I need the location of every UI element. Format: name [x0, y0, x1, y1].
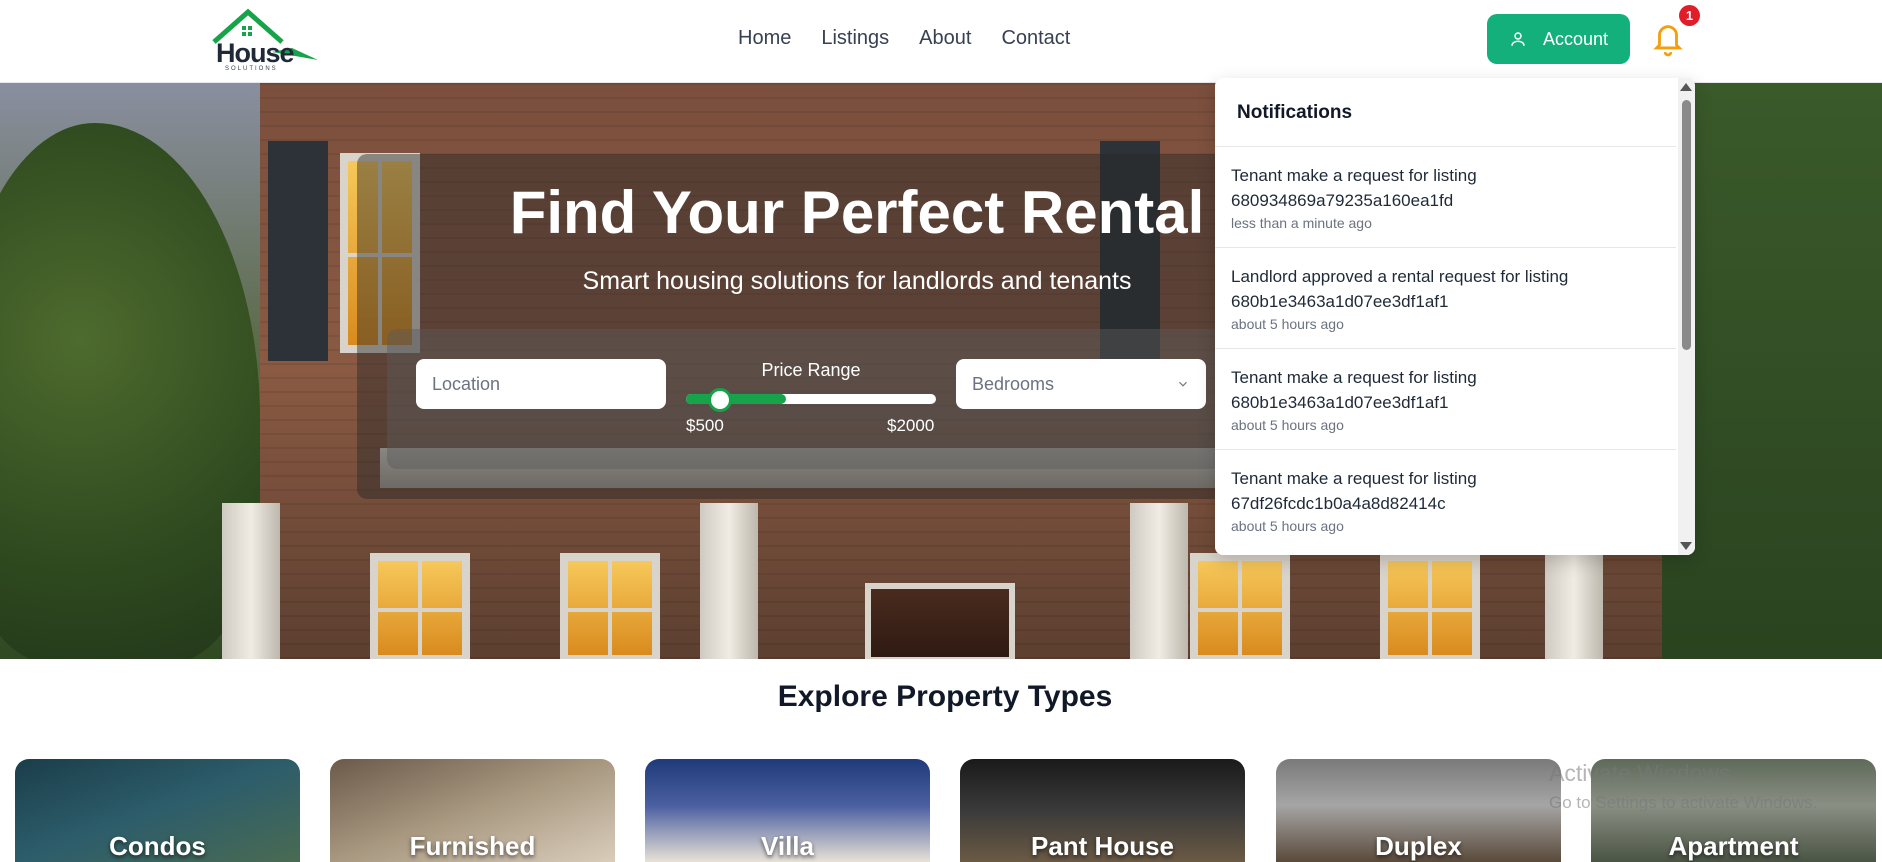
nav-contact[interactable]: Contact — [1001, 27, 1070, 50]
property-card-condos[interactable]: Condos — [15, 759, 300, 862]
notification-item[interactable]: Tenant make a request for listing 67df26… — [1215, 449, 1676, 550]
property-card-furnished[interactable]: Furnished — [330, 759, 615, 862]
price-range-label: Price Range — [761, 360, 861, 380]
hero-bg-door — [865, 583, 1015, 659]
notification-item[interactable]: Landlord approved a rental request for l… — [1215, 247, 1676, 348]
property-card-label: Apartment — [1668, 831, 1799, 861]
notification-count-badge: 1 — [1679, 5, 1700, 26]
scroll-down-arrow-icon[interactable] — [1680, 542, 1692, 550]
scrollbar-thumb[interactable] — [1682, 100, 1691, 350]
hero-bg-right — [1662, 83, 1882, 659]
notification-listing-id: 680934869a79235a160ea1fd — [1231, 191, 1454, 210]
property-card-label: Duplex — [1375, 831, 1462, 861]
bedrooms-select[interactable]: Bedrooms — [956, 359, 1206, 409]
property-card-duplex[interactable]: Duplex — [1276, 759, 1561, 862]
property-card-pant-house[interactable]: Pant House — [960, 759, 1245, 862]
notification-message: Tenant make a request for listing — [1231, 368, 1477, 387]
chevron-down-icon — [1179, 381, 1187, 387]
nav-home[interactable]: Home — [738, 27, 791, 50]
windows-activation-watermark: Activate Windows — [1549, 760, 1731, 786]
notification-listing-id: 67df26fcdc1b0a4a8d82414c — [1231, 494, 1446, 513]
property-card-label: Villa — [760, 831, 814, 861]
hero-bg-shutter — [268, 141, 328, 361]
price-range-thumb[interactable] — [708, 388, 732, 412]
hero-bg-window — [1380, 553, 1480, 659]
property-card-villa[interactable]: Villa — [645, 759, 930, 862]
notification-time: about 5 hours ago — [1231, 316, 1344, 332]
hero-bg-window — [1190, 553, 1290, 659]
top-header: House SOLUTIONS Home Listings About Cont… — [0, 0, 1882, 83]
bedrooms-placeholder: Bedrooms — [972, 373, 1055, 394]
price-range-fill — [686, 394, 786, 404]
property-card-label: Furnished — [409, 831, 536, 861]
main-nav: Home Listings About Contact — [738, 27, 1070, 50]
hero-bg-window — [560, 553, 660, 659]
hero-bg-column — [222, 503, 280, 659]
notifications-scrollbar[interactable] — [1678, 78, 1695, 555]
user-icon — [1511, 32, 1525, 46]
price-min-label: $500 — [686, 416, 724, 435]
account-label: Account — [1542, 28, 1609, 49]
notification-item[interactable]: Tenant make a request for listing 680934… — [1215, 146, 1676, 247]
scroll-up-arrow-icon[interactable] — [1680, 83, 1692, 91]
property-card-label: Condos — [109, 831, 206, 861]
notification-message: Tenant make a request for listing — [1231, 166, 1477, 185]
house-solutions-logo[interactable]: House SOLUTIONS — [212, 8, 318, 72]
account-button[interactable]: Account — [1487, 14, 1630, 64]
explore-section-title: Explore Property Types — [777, 680, 1113, 713]
notification-time: less than a minute ago — [1231, 215, 1372, 231]
notification-message: Landlord approved a rental request for l… — [1231, 267, 1569, 286]
notification-time: about 5 hours ago — [1231, 518, 1344, 534]
notifications-title: Notifications — [1237, 102, 1353, 123]
bell-icon[interactable] — [1651, 18, 1685, 58]
location-input[interactable] — [416, 359, 666, 409]
nav-about[interactable]: About — [919, 27, 971, 50]
hero-bg-column — [700, 503, 758, 659]
notifications-dropdown: Notifications Tenant make a request for … — [1215, 78, 1695, 555]
price-max-label: $2000 — [887, 416, 935, 435]
hero-bg-column — [1130, 503, 1188, 659]
notification-time: about 5 hours ago — [1231, 417, 1344, 433]
hero-bg-window — [370, 553, 470, 659]
notifications-list: Tenant make a request for listing 680934… — [1215, 146, 1676, 550]
notification-listing-id: 680b1e3463a1d07ee3df1af1 — [1231, 292, 1449, 311]
nav-listings[interactable]: Listings — [821, 27, 889, 50]
hero-subtitle: Smart housing solutions for landlords an… — [582, 267, 1132, 295]
logo-word: House — [216, 38, 295, 68]
notification-listing-id: 680b1e3463a1d07ee3df1af1 — [1231, 393, 1449, 412]
notification-message: Tenant make a request for listing — [1231, 469, 1477, 488]
hero-title: Find Your Perfect Rental — [509, 179, 1205, 246]
logo-subtext: SOLUTIONS — [225, 66, 278, 72]
notification-item[interactable]: Tenant make a request for listing 680b1e… — [1215, 348, 1676, 449]
property-card-label: Pant House — [1030, 831, 1175, 861]
windows-activation-hint: Go to Settings to activate Windows. — [1549, 793, 1818, 812]
